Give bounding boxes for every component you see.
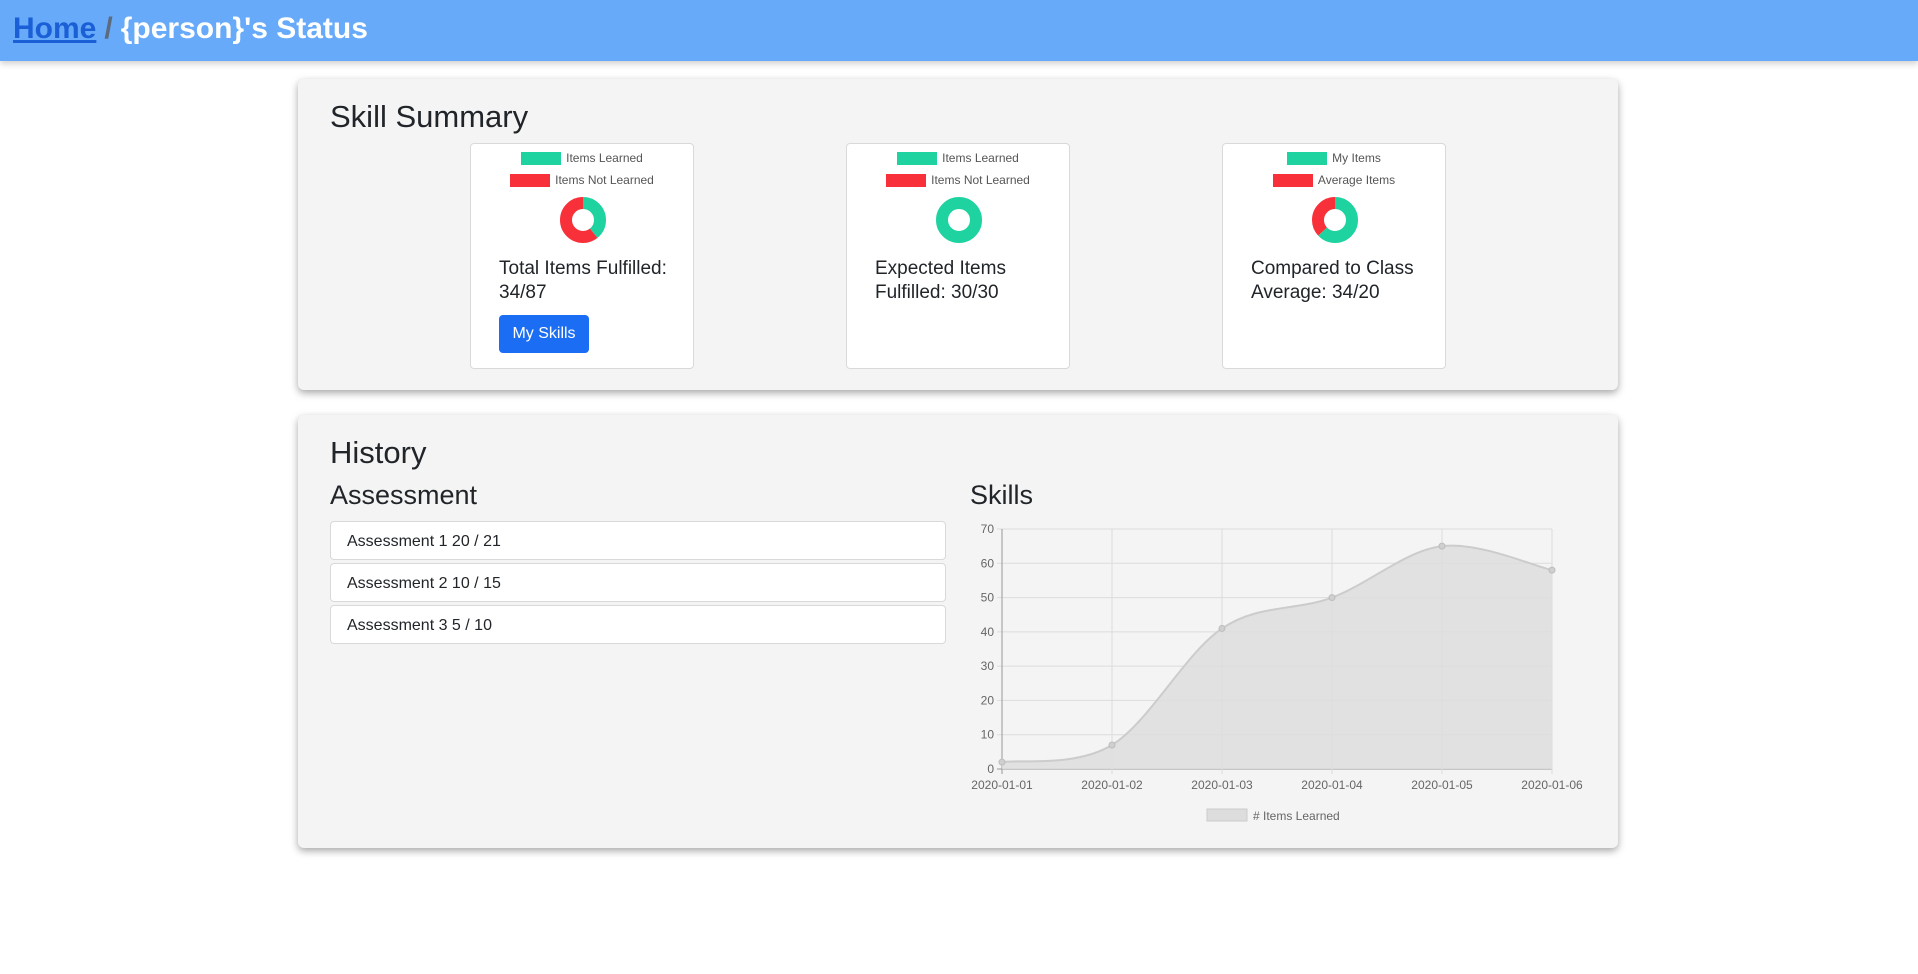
legend-item-not-learned: Items Not Learned [847, 172, 1069, 188]
class-average-card: My Items Average Items Compared to Class… [1222, 143, 1446, 369]
legend-swatch [521, 151, 562, 165]
data-point [1548, 566, 1556, 574]
legend-swatch [1287, 151, 1328, 165]
total-items-donut [560, 197, 606, 243]
y-tick-label: 40 [981, 625, 995, 639]
x-tick-label: 2020-01-05 [1411, 778, 1473, 792]
skill-summary-heading: Skill Summary [330, 99, 529, 134]
y-tick-label: 30 [981, 659, 995, 673]
y-tick-label: 70 [981, 522, 995, 536]
assessment-heading: Assessment [330, 480, 478, 510]
legend-label: My Items [1332, 151, 1381, 165]
legend-swatch [897, 151, 938, 165]
history-heading: History [330, 435, 427, 470]
page-title: {person}'s Status [120, 12, 368, 45]
breadcrumb-separator: / [104, 12, 113, 45]
legend-label: Average Items [1317, 173, 1396, 187]
top-bar: Home / {person}'s Status [0, 0, 1918, 61]
expected-items-donut [936, 197, 982, 243]
assessment-list: Assessment 1 20 / 21 Assessment 2 10 / 1… [330, 521, 946, 647]
legend-item-learned: Items Learned [471, 150, 693, 166]
x-tick-label: 2020-01-02 [1081, 778, 1143, 792]
chart-legend-swatch [1206, 808, 1248, 822]
assessment-item[interactable]: Assessment 1 20 / 21 [330, 521, 946, 560]
legend-swatch [886, 173, 927, 187]
y-tick-label: 50 [981, 591, 995, 605]
data-point [1328, 594, 1336, 602]
assessment-item[interactable]: Assessment 3 5 / 10 [330, 605, 946, 644]
legend-item-my-items: My Items [1223, 150, 1445, 166]
data-point [1108, 741, 1116, 749]
history-panel: History Assessment Assessment 1 20 / 21 … [298, 415, 1618, 848]
legend-label: Items Not Learned [931, 173, 1030, 187]
skills-chart: 0 10 20 30 40 50 60 70 2020-01-01 2020-01-02 2020-… [971, 522, 1583, 823]
chart-legend-label: # Items Learned [1253, 809, 1340, 823]
x-tick-label: 2020-01-04 [1301, 778, 1363, 792]
expected-items-card: Items Learned Items Not Learned Expected… [846, 143, 1070, 369]
legend-item-learned: Items Learned [847, 150, 1069, 166]
legend-swatch [1272, 173, 1313, 187]
skill-summary-panel: Skill Summary Items Learned Items Not Le… [298, 79, 1618, 390]
total-items-card: Items Learned Items Not Learned Total It… [470, 143, 694, 369]
y-tick-label: 0 [987, 762, 994, 776]
my-skills-button[interactable]: My Skills [499, 315, 589, 353]
class-average-donut [1312, 197, 1358, 243]
data-point [1218, 624, 1226, 632]
total-items-text: Total Items Fulfilled: 34/87 [499, 258, 667, 303]
breadcrumb: Home / {person}'s Status [13, 11, 368, 47]
expected-items-text: Expected Items Fulfilled: 30/30 [875, 258, 1006, 303]
legend-item-not-learned: Items Not Learned [471, 172, 693, 188]
x-tick-label: 2020-01-03 [1191, 778, 1253, 792]
class-average-text: Compared to Class Average: 34/20 [1251, 258, 1414, 303]
y-tick-label: 20 [981, 693, 995, 707]
donut-segment-learned [936, 197, 982, 243]
x-tick-label: 2020-01-06 [1521, 778, 1583, 792]
home-link[interactable]: Home [13, 12, 96, 45]
data-point [998, 758, 1006, 766]
x-tick-label: 2020-01-01 [971, 778, 1033, 792]
y-tick-label: 60 [981, 556, 995, 570]
legend-label: Items Learned [942, 151, 1019, 165]
y-tick-label: 10 [981, 728, 995, 742]
legend-label: Items Not Learned [555, 173, 654, 187]
data-point [1438, 542, 1446, 550]
assessment-item[interactable]: Assessment 2 10 / 15 [330, 563, 946, 602]
skills-heading: Skills [970, 480, 1034, 510]
legend-item-average-items: Average Items [1223, 172, 1445, 188]
legend-label: Items Learned [566, 151, 643, 165]
legend-swatch [510, 173, 551, 187]
